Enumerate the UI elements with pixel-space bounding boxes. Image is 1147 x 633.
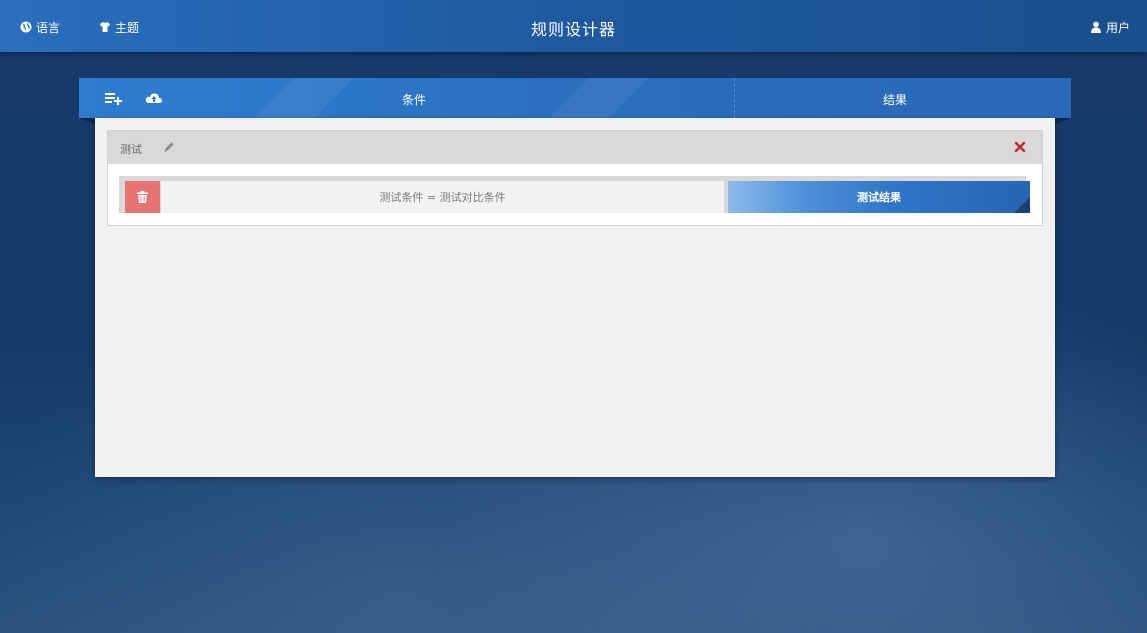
rule-content: 测试 测试条件 = 测试对比条件 测试结果 bbox=[95, 118, 1055, 477]
panel-fold-right bbox=[1055, 118, 1071, 124]
user-label: 用户 bbox=[1105, 20, 1130, 35]
result-cell[interactable]: 测试结果 bbox=[728, 181, 1030, 213]
list-add-icon[interactable] bbox=[105, 90, 123, 106]
user-menu[interactable]: 用户 bbox=[1090, 18, 1130, 36]
close-icon[interactable] bbox=[1014, 141, 1026, 153]
condition-cell[interactable]: 测试条件 = 测试对比条件 bbox=[161, 181, 724, 213]
panel-fold-left bbox=[79, 118, 95, 124]
user-icon bbox=[1090, 21, 1101, 33]
result-text: 测试结果 bbox=[857, 191, 901, 204]
rule-card-header: 测试 bbox=[108, 131, 1042, 164]
rule-card: 测试 测试条件 = 测试对比条件 测试结果 bbox=[107, 130, 1043, 226]
rule-name: 测试 bbox=[120, 143, 142, 156]
result-corner-fold bbox=[1014, 197, 1030, 213]
condition-column-label: 条件 bbox=[402, 93, 427, 107]
cloud-upload-icon[interactable] bbox=[145, 90, 163, 106]
result-column-label: 结果 bbox=[883, 93, 908, 107]
rule-toolbar: 条件 结果 bbox=[79, 78, 1071, 118]
trash-icon bbox=[137, 191, 148, 203]
delete-row-button[interactable] bbox=[125, 181, 160, 213]
toolbar-divider bbox=[734, 78, 735, 118]
toolbar-stripe bbox=[254, 78, 354, 118]
page-title: 规则设计器 bbox=[530, 20, 616, 39]
pencil-icon[interactable] bbox=[163, 141, 175, 153]
top-navbar: 语言 主题 规则设计器 用户 bbox=[0, 0, 1147, 52]
rule-row: 测试条件 = 测试对比条件 测试结果 bbox=[119, 176, 1030, 213]
toolbar-bar: 条件 结果 bbox=[79, 78, 1071, 118]
toolbar-stripe bbox=[549, 78, 649, 118]
